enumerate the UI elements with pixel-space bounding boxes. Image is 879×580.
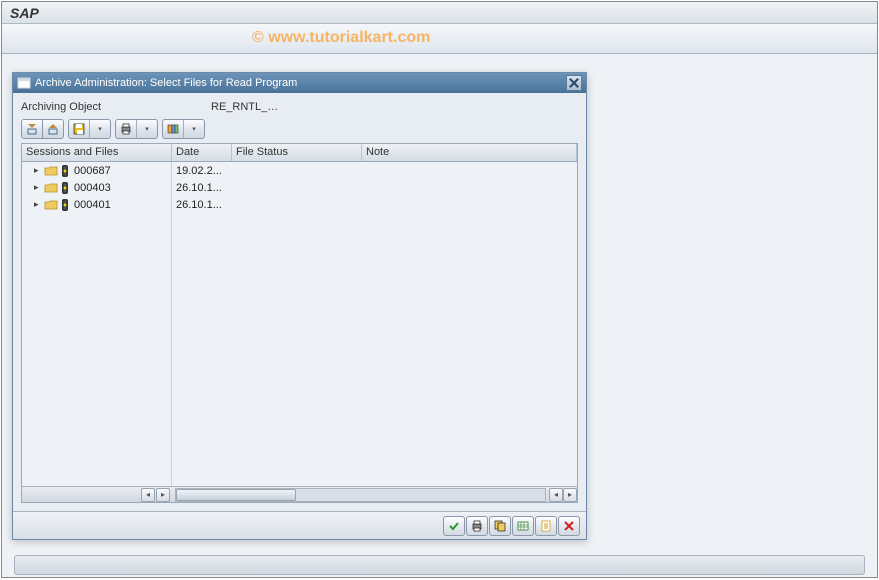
archive-dialog: Archive Administration: Select Files for…: [12, 72, 587, 540]
archiving-object-value: RE_RNTL_…: [211, 101, 278, 113]
tree-column: ▸ 000687 ▸ 000403: [22, 162, 172, 486]
row-id: 000687: [74, 165, 111, 177]
status-yellow-icon: [59, 198, 71, 212]
layout-button[interactable]: [162, 119, 184, 139]
table-button[interactable]: [512, 516, 534, 536]
row-id: 000401: [74, 199, 111, 211]
archiving-object-label: Archiving Object: [21, 101, 211, 113]
chevron-right-icon[interactable]: ▸: [34, 199, 42, 210]
table-row[interactable]: ▸ 000403: [22, 179, 171, 196]
row-id: 000403: [74, 182, 111, 194]
document-button[interactable]: [535, 516, 557, 536]
table-row[interactable]: ▸ 000687: [22, 162, 171, 179]
folder-icon: [44, 164, 58, 178]
print-button[interactable]: [466, 516, 488, 536]
horizontal-scrollbar[interactable]: ◂ ▸ ◂ ▸: [22, 486, 577, 502]
scroll-right-button[interactable]: ▸: [156, 488, 170, 502]
dialog-footer: [13, 511, 586, 539]
dialog-body: Archiving Object RE_RNTL_…: [13, 93, 586, 511]
dialog-titlebar: Archive Administration: Select Files for…: [13, 73, 586, 93]
app-toolbar: © www.tutorialkart.com: [2, 24, 877, 54]
app-title: SAP: [2, 2, 877, 24]
scroll-left-button[interactable]: ◂: [549, 488, 563, 502]
chevron-right-icon[interactable]: ▸: [34, 182, 42, 193]
dialog-title: Archive Administration: Select Files for…: [35, 77, 566, 89]
chevron-right-icon[interactable]: ▸: [34, 165, 42, 176]
print-button[interactable]: [115, 119, 137, 139]
folder-icon: [44, 181, 58, 195]
status-yellow-icon: [59, 181, 71, 195]
status-bar: [14, 555, 865, 575]
data-columns: 19.02.2... 26.10.1... 26.10.1...: [172, 162, 577, 486]
file-grid: Sessions and Files Date File Status Note…: [21, 143, 578, 503]
grid-body: ▸ 000687 ▸ 000403: [22, 162, 577, 486]
row-date: 19.02.2...: [172, 162, 577, 179]
grid-toolbar: ▾ ▾ ▾: [21, 119, 578, 139]
status-yellow-icon: [59, 164, 71, 178]
close-button[interactable]: [566, 75, 582, 91]
folder-icon: [44, 198, 58, 212]
col-status[interactable]: File Status: [232, 144, 362, 161]
col-sessions[interactable]: Sessions and Files: [22, 144, 172, 161]
cancel-button[interactable]: [558, 516, 580, 536]
watermark: © www.tutorialkart.com: [252, 29, 430, 47]
scroll-left-button[interactable]: ◂: [141, 488, 155, 502]
expand-all-button[interactable]: [21, 119, 43, 139]
col-note[interactable]: Note: [362, 144, 577, 161]
save-dropdown[interactable]: ▾: [89, 119, 111, 139]
row-date: 26.10.1...: [172, 196, 577, 213]
copy-button[interactable]: [489, 516, 511, 536]
ok-button[interactable]: [443, 516, 465, 536]
dialog-icon: [17, 76, 31, 90]
collapse-all-button[interactable]: [42, 119, 64, 139]
row-date: 26.10.1...: [172, 179, 577, 196]
col-date[interactable]: Date: [172, 144, 232, 161]
content-area: Archive Administration: Select Files for…: [2, 54, 877, 577]
archiving-object-row: Archiving Object RE_RNTL_…: [21, 101, 578, 113]
table-row[interactable]: ▸ 000401: [22, 196, 171, 213]
print-dropdown[interactable]: ▾: [136, 119, 158, 139]
scroll-right-button[interactable]: ▸: [563, 488, 577, 502]
scroll-thumb[interactable]: [176, 489, 296, 501]
save-button[interactable]: [68, 119, 90, 139]
grid-header: Sessions and Files Date File Status Note: [22, 144, 577, 162]
scroll-track[interactable]: [175, 488, 546, 502]
layout-dropdown[interactable]: ▾: [183, 119, 205, 139]
